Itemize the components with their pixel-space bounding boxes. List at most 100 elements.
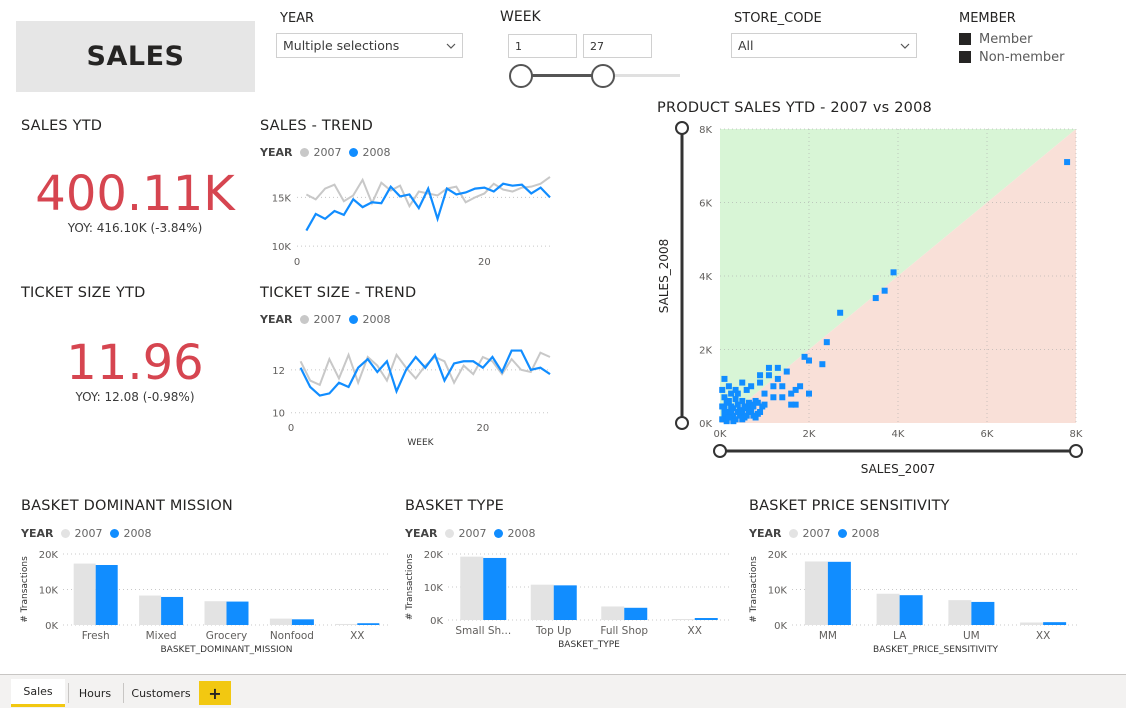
x-tick-label: 2K	[803, 429, 816, 440]
product-scatter-title: PRODUCT SALES YTD - 2007 vs 2008	[657, 100, 932, 116]
basket-type-title: BASKET TYPE	[405, 498, 505, 514]
y-tick-label: 2K	[699, 346, 712, 357]
year-dropdown-value: Multiple selections	[283, 38, 400, 53]
data-point	[801, 353, 808, 360]
chevron-down-icon	[446, 43, 456, 49]
ticket-size-ytd-yoy: YOY: 12.08 (-0.98%)	[75, 390, 195, 404]
bar-2008	[971, 601, 995, 625]
year-dropdown[interactable]: Multiple selections	[276, 33, 463, 58]
tab-hours[interactable]: Hours	[70, 679, 120, 707]
week-slider-handle-start[interactable]	[509, 64, 533, 88]
sales-trend-chart: 10K 15K 0 20	[272, 176, 551, 268]
x-tick-label: Mixed	[146, 630, 177, 642]
sales-ytd-yoy: YOY: 416.10K (-3.84%)	[67, 221, 203, 235]
sales-trend-title: SALES - TREND	[260, 118, 373, 134]
basket-mission-chart: 0K 10K 20K # Transactions Fresh Mixed Grocery N…	[20, 550, 390, 655]
data-point	[719, 386, 726, 393]
store-dropdown[interactable]: All	[731, 33, 917, 58]
store-slicer-label: STORE_CODE	[734, 11, 822, 26]
ticket-size-ytd-title: TICKET SIZE YTD	[21, 285, 146, 301]
ticket-trend-title: TICKET SIZE - TREND	[260, 285, 417, 301]
bar-2008	[357, 623, 380, 625]
data-point	[779, 394, 786, 401]
week-from-input[interactable]: 1	[508, 34, 577, 58]
bar-2008	[899, 595, 923, 625]
y-tick-label: 20K	[768, 550, 788, 561]
tab-sales[interactable]: Sales	[11, 679, 65, 707]
legend-dot-2007	[300, 315, 310, 324]
sales-trend-legend: YEAR 2007 2008	[260, 146, 391, 159]
week-slider-handle-end[interactable]	[591, 64, 615, 88]
bar-2008	[1043, 622, 1067, 625]
bar-2007	[530, 584, 554, 620]
x-tick-label: Grocery	[206, 630, 247, 642]
x-tick-label: 20	[478, 257, 491, 268]
member-option-non-member[interactable]: Non-member	[959, 48, 1065, 66]
checkbox-icon	[959, 33, 971, 45]
ticket-trend-chart: 10 12 0 20 WEEK	[272, 349, 551, 448]
y-tick-label: 8K	[699, 125, 712, 136]
data-point	[725, 414, 732, 421]
x-tick-label: LA	[893, 630, 907, 642]
bar-2007	[876, 593, 900, 625]
data-point	[754, 399, 761, 406]
year-slicer-label: YEAR	[280, 11, 315, 26]
data-point	[732, 386, 739, 393]
x-tick-label: 0K	[714, 429, 727, 440]
data-point	[761, 401, 768, 408]
data-point	[783, 368, 790, 375]
checkbox-icon	[959, 51, 971, 63]
data-point	[757, 408, 764, 415]
add-page-button[interactable]: +	[199, 681, 231, 705]
y-tick-label: 0K	[774, 621, 787, 632]
bar-2007	[269, 618, 292, 625]
tab-customers[interactable]: Customers	[126, 679, 196, 707]
y-tick-label: 10K	[768, 586, 788, 597]
x-tick-label: Full Shop	[600, 625, 648, 637]
data-point	[1064, 159, 1071, 166]
y-axis-label: # Transactions	[749, 556, 759, 623]
legend-dot-2008	[349, 315, 359, 324]
bar-2008	[827, 561, 851, 625]
x-axis-label: WEEK	[407, 438, 434, 448]
x-tick-label: 4K	[892, 429, 905, 440]
data-point	[890, 269, 897, 276]
y-zoom-handle-bottom	[675, 416, 689, 430]
legend-dot-2007	[789, 529, 799, 538]
data-point	[743, 412, 750, 419]
y-axis-label: # Transactions	[405, 553, 415, 620]
basket-price-chart: 0K 10K 20K # Transactions MM LA UM XX BASKET_PRI…	[749, 550, 1079, 655]
basket-price-legend: YEAR 2007 2008	[749, 527, 880, 540]
store-dropdown-value: All	[738, 38, 754, 53]
data-point	[728, 403, 735, 410]
bar-2007	[1020, 622, 1044, 625]
ticket-size-ytd-value: 11.96	[66, 335, 204, 391]
page-tab-bar: Sales Hours Customers	[0, 674, 1126, 708]
y-tick-label: 10K	[424, 583, 444, 594]
basket-type-legend: YEAR 2007 2008	[405, 527, 536, 540]
member-slicer-label: MEMBER	[959, 11, 1016, 26]
data-point	[721, 375, 728, 382]
data-point	[761, 390, 768, 397]
basket-mission-title: BASKET DOMINANT MISSION	[21, 498, 233, 514]
week-slicer-label: WEEK	[500, 9, 541, 25]
legend-dot-2008	[838, 529, 848, 538]
bar-2007	[948, 600, 972, 625]
data-point	[806, 390, 812, 397]
y-tick-label: 10	[272, 409, 285, 420]
y-tick-label: 12	[272, 366, 285, 377]
x-axis-label: SALES_2007	[861, 462, 935, 476]
y-tick-label: 20K	[39, 550, 59, 561]
y-zoom-handle-top	[675, 121, 689, 135]
y-tick-label: 4K	[699, 272, 712, 283]
x-tick-label: UM	[963, 630, 980, 642]
x-zoom-handle-left	[713, 444, 727, 458]
series-line-2008	[299, 349, 551, 397]
member-option-member[interactable]: Member	[959, 30, 1065, 48]
data-point	[770, 394, 777, 401]
x-tick-label: 6K	[981, 429, 994, 440]
data-point	[748, 383, 755, 390]
bar-2008	[95, 565, 118, 625]
x-tick-label: 0	[294, 257, 300, 268]
week-to-input[interactable]: 27	[583, 34, 652, 58]
